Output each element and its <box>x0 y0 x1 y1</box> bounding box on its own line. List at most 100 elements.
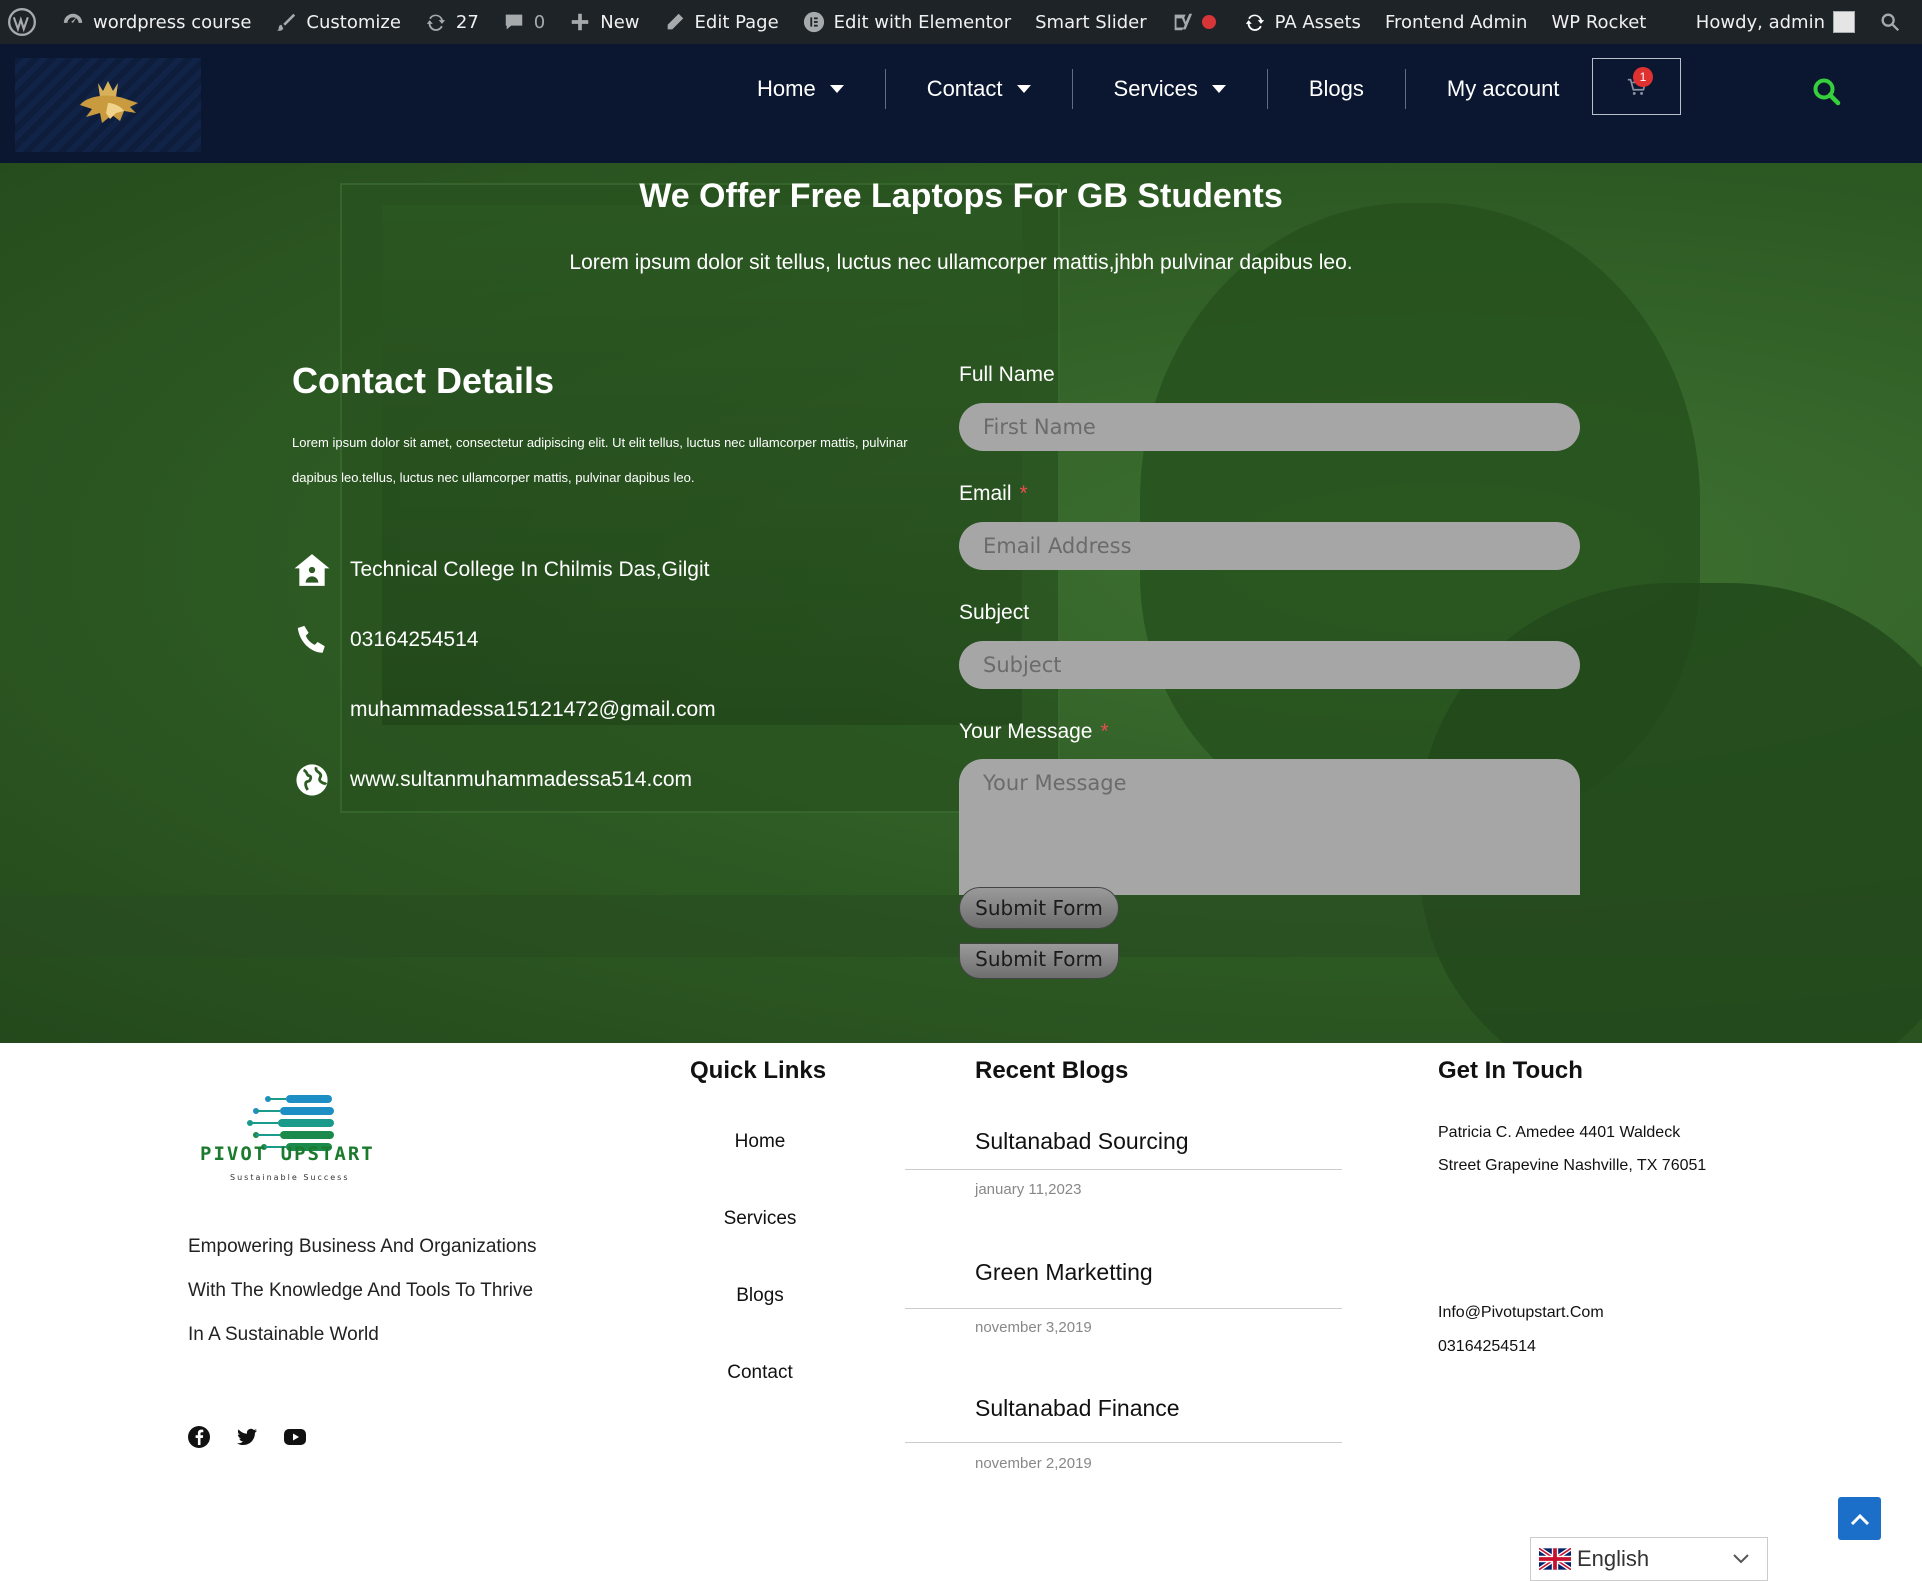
phone-text: 03164254514 <box>350 628 479 651</box>
edit-page-link[interactable]: Edit Page <box>652 0 791 44</box>
cart-button[interactable]: 1 <box>1592 58 1681 115</box>
get-in-touch-title: Get In Touch <box>1438 1057 1583 1084</box>
required-mark: * <box>1100 720 1109 743</box>
smart-slider-link[interactable]: Smart Slider <box>1023 0 1159 44</box>
brush-icon <box>277 13 296 31</box>
yoast-link[interactable] <box>1159 0 1232 44</box>
updates-count: 27 <box>455 11 479 33</box>
label-text: Subject <box>959 601 1030 624</box>
frontend-admin-link[interactable]: Frontend Admin <box>1373 0 1540 44</box>
quick-link-services[interactable]: Services <box>660 1208 860 1230</box>
chevron-up-icon <box>1850 1513 1869 1525</box>
email-text: muhammadessa15121472@gmail.com <box>350 698 716 721</box>
caret-down-icon <box>829 85 844 93</box>
contact-website: www.sultanmuhammadessa514.com <box>292 760 692 800</box>
my-account-link[interactable]: Howdy, admin <box>1684 0 1867 44</box>
chevron-down-icon <box>1733 1554 1749 1564</box>
submit-button-duplicate[interactable]: Submit Form <box>959 943 1119 979</box>
wp-rocket-link[interactable]: WP Rocket <box>1539 0 1658 44</box>
email-input[interactable]: Email Address <box>959 522 1580 570</box>
contact-phone: 03164254514 <box>292 620 478 660</box>
contact-hero: We Offer Free Laptops For GB Students Lo… <box>0 163 1922 1043</box>
sync-icon <box>1245 14 1264 31</box>
twitter-icon[interactable] <box>235 1425 259 1449</box>
edit-elementor-link[interactable]: Edit with Elementor <box>791 0 1023 44</box>
quick-link-home[interactable]: Home <box>660 1131 860 1153</box>
submit-button[interactable]: Submit Form <box>959 887 1119 929</box>
quick-link-blogs[interactable]: Blogs <box>660 1285 860 1307</box>
customize-link[interactable]: Customize <box>263 0 412 44</box>
plus-icon <box>572 13 589 31</box>
address-line-1: Patricia C. Amedee 4401 Waldeck <box>1438 1124 1681 1141</box>
comments-count: 0 <box>533 11 546 33</box>
quick-links-title: Quick Links <box>690 1057 827 1084</box>
yoast-icon <box>1174 13 1192 31</box>
brand-name: PIVOT UPSTART <box>200 1143 375 1165</box>
blog-date: november 2,2019 <box>975 1455 1092 1472</box>
site-name: wordpress course <box>93 11 252 33</box>
nav-item-contact[interactable]: Contact <box>886 69 1073 109</box>
scroll-to-top-button[interactable] <box>1838 1497 1881 1540</box>
admin-bar: wordpress course Customize 27 0 New Edit… <box>0 0 1922 44</box>
blog-title[interactable]: Sultanabad Sourcing <box>975 1128 1189 1155</box>
pa-assets-link[interactable]: PA Assets <box>1232 0 1373 44</box>
blog-date: january 11,2023 <box>975 1181 1082 1198</box>
subject-label: Subject <box>959 601 1029 625</box>
seo-status-dot-icon <box>1201 15 1216 29</box>
nav-label: Home <box>757 76 816 101</box>
frontend-admin-label: Frontend Admin <box>1384 11 1528 33</box>
label-text: Email <box>959 482 1012 505</box>
subject-input[interactable]: Subject <box>959 641 1580 689</box>
nav-item-services[interactable]: Services <box>1073 69 1268 109</box>
facebook-icon[interactable] <box>187 1425 211 1449</box>
blog-date: november 3,2019 <box>975 1319 1092 1336</box>
comments-link[interactable]: 0 <box>491 0 557 44</box>
contact-email: muhammadessa15121472@gmail.com <box>292 690 716 730</box>
site-header: Home Contact Services Blogs My account 1 <box>0 44 1922 192</box>
dashboard-icon <box>63 13 83 23</box>
search-icon[interactable] <box>1812 77 1842 107</box>
updates-link[interactable]: 27 <box>413 0 491 44</box>
customize-label: Customize <box>306 11 401 33</box>
email-icon <box>292 690 332 730</box>
nav-label: Services <box>1113 76 1198 101</box>
language-label: English <box>1577 1546 1650 1571</box>
youtube-icon[interactable] <box>283 1425 307 1449</box>
uk-flag-icon <box>1539 1548 1571 1570</box>
wordpress-logo-icon[interactable] <box>0 0 50 44</box>
required-mark: * <box>1019 482 1028 505</box>
quick-link-contact[interactable]: Contact <box>660 1362 860 1384</box>
nav-label: Blogs <box>1308 76 1364 101</box>
message-label: Your Message * <box>959 720 1109 744</box>
contact-details-title: Contact Details <box>292 360 555 401</box>
globe-icon <box>292 760 332 800</box>
admin-search-button[interactable] <box>1867 0 1922 44</box>
site-name-link[interactable]: wordpress course <box>50 0 263 44</box>
pa-assets-label: PA Assets <box>1274 11 1361 33</box>
howdy-label: Howdy, admin <box>1695 11 1825 33</box>
elementor-icon <box>803 11 824 33</box>
first-name-input[interactable]: First Name <box>959 403 1580 451</box>
new-content-link[interactable]: New <box>557 0 651 44</box>
hero-subtitle: Lorem ipsum dolor sit tellus, luctus nec… <box>569 251 1353 274</box>
footer-phone[interactable]: 03164254514 <box>1438 1330 1536 1363</box>
new-label: New <box>600 11 640 33</box>
blog-title[interactable]: Sultanabad Finance <box>975 1395 1180 1422</box>
nav-item-home[interactable]: Home <box>716 69 886 109</box>
home-icon <box>292 550 332 590</box>
lion-logo-icon <box>80 81 138 123</box>
site-logo[interactable] <box>15 58 201 152</box>
address-text: Technical College In Chilmis Das,Gilgit <box>350 558 710 581</box>
main-nav: Home Contact Services Blogs My account <box>716 44 1600 134</box>
nav-item-blogs[interactable]: Blogs <box>1268 69 1406 109</box>
nav-label: Contact <box>926 76 1003 101</box>
phone-icon <box>292 620 332 660</box>
divider <box>905 1169 1342 1170</box>
cart-count-badge: 1 <box>1633 67 1653 87</box>
nav-item-my-account[interactable]: My account <box>1406 69 1601 109</box>
language-select[interactable]: English <box>1530 1537 1768 1581</box>
blog-title[interactable]: Green Marketting <box>975 1259 1153 1286</box>
message-textarea[interactable]: Your Message <box>959 759 1580 895</box>
caret-down-icon <box>1016 85 1031 93</box>
footer-email[interactable]: Info@Pivotupstart.Com <box>1438 1296 1604 1329</box>
